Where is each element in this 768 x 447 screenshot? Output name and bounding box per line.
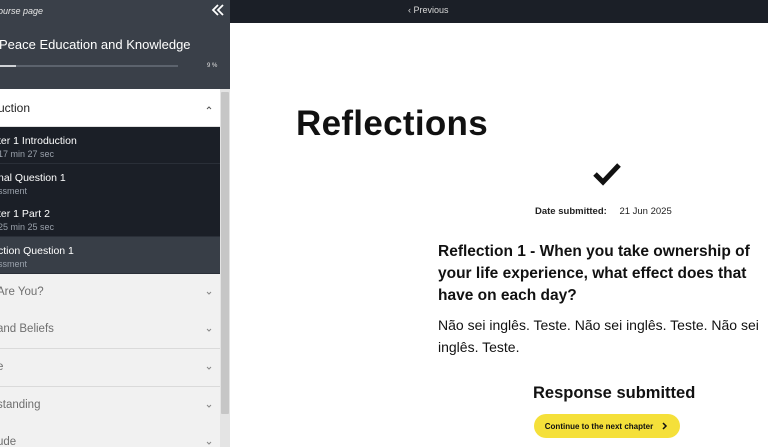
- continue-next-chapter-button[interactable]: Continue to the next chapter: [534, 414, 680, 438]
- section-label: ude: [0, 436, 17, 447]
- section-item[interactable]: ude: [0, 424, 220, 447]
- page-title-wrapper: Reflections: [230, 104, 768, 144]
- course-progress-bar: [0, 65, 178, 67]
- section-label: uction: [0, 101, 31, 115]
- chevron-down-icon: [206, 441, 212, 445]
- course-sidebar: ourse page Peace Education and Knowledge…: [0, 0, 230, 447]
- chevron-up-icon: [206, 106, 212, 110]
- chevron-down-icon: [206, 328, 212, 332]
- back-to-course-link[interactable]: ourse page: [0, 6, 43, 16]
- course-title: Peace Education and Knowledge: [0, 37, 191, 52]
- sidebar-scrollbar-thumb[interactable]: [221, 92, 229, 414]
- collapse-sidebar-icon[interactable]: [210, 2, 226, 18]
- chapter-meta: ssment: [0, 259, 28, 269]
- reflection-answer: Não sei inglês. Teste. Não sei inglês. T…: [438, 317, 759, 355]
- date-submitted-label: Date submitted:: [535, 206, 607, 217]
- section-item[interactable]: standing: [0, 387, 220, 425]
- section-item[interactable]: Are You?: [0, 274, 220, 312]
- date-submitted-value: 21 Jun 2025: [619, 206, 672, 217]
- chapter-item-current[interactable]: ction Question 1 ssment: [0, 237, 220, 274]
- section-label: e: [0, 361, 4, 373]
- chevron-right-icon: [662, 422, 668, 430]
- section-label: and Beliefs: [0, 323, 54, 335]
- section-label: Are You?: [0, 286, 44, 298]
- chevron-down-icon: [206, 366, 212, 370]
- chevron-down-icon: [206, 291, 212, 295]
- chapter-item[interactable]: nal Question 1 ssment: [0, 164, 220, 201]
- page-title: Reflections: [296, 104, 488, 143]
- checkmark-icon: [593, 163, 621, 186]
- chapter-title: ter 1 Introduction: [0, 135, 77, 147]
- chapter-meta: 17 min 27 sec: [0, 149, 55, 159]
- top-navigation-bar: ‹ Previous: [230, 0, 768, 23]
- section-label: standing: [0, 399, 41, 411]
- response-submitted-heading: Response submitted: [533, 384, 696, 402]
- continue-button-label: Continue to the next chapter: [544, 421, 654, 431]
- chapter-meta: 25 min 25 sec: [0, 222, 55, 232]
- course-progress-label: 9 %: [207, 63, 218, 69]
- chapter-title: nal Question 1: [0, 172, 66, 184]
- chapter-item[interactable]: ter 1 Introduction 17 min 27 sec: [0, 127, 220, 164]
- chapter-title: ction Question 1: [0, 245, 74, 257]
- section-item[interactable]: e: [0, 349, 220, 387]
- chevron-down-icon: [206, 404, 212, 408]
- chapter-meta: ssment: [0, 186, 28, 196]
- sidebar-header: ourse page Peace Education and Knowledge…: [0, 0, 230, 89]
- previous-chapter-link[interactable]: ‹ Previous: [408, 5, 449, 15]
- course-progress-fill: [0, 65, 17, 67]
- section-introduction[interactable]: uction: [0, 89, 220, 127]
- date-submitted-row: Date submitted: 21 Jun 2025: [535, 206, 672, 217]
- chapter-title: ter 1 Part 2: [0, 208, 50, 220]
- reflection-question: Reflection 1 - When you take ownership o…: [438, 243, 750, 304]
- section-item[interactable]: and Beliefs: [0, 311, 220, 349]
- chapter-item[interactable]: ter 1 Part 2 25 min 25 sec: [0, 200, 220, 237]
